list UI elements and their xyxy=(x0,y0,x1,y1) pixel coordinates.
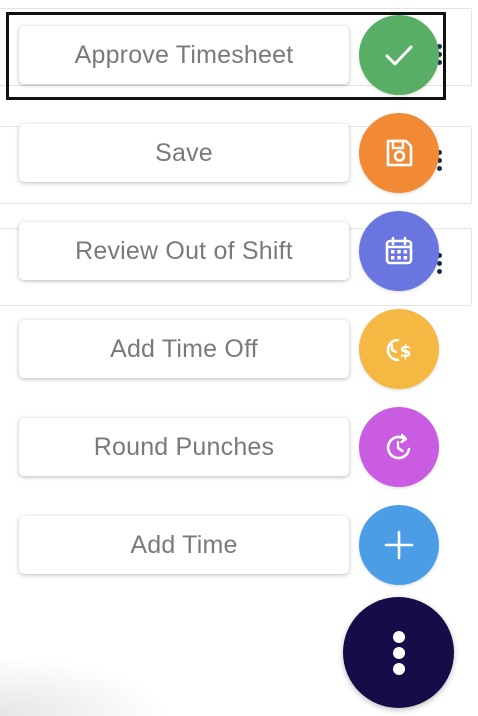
clock-refresh-icon xyxy=(386,433,411,460)
review-out-of-shift-label[interactable]: Review Out of Shift xyxy=(19,222,349,280)
approve-timesheet-label[interactable]: Approve Timesheet xyxy=(19,26,349,84)
add-time-button[interactable] xyxy=(359,505,439,585)
add-time-off-label[interactable]: Add Time Off xyxy=(19,320,349,378)
add-time-label[interactable]: Add Time xyxy=(19,516,349,574)
save-button[interactable] xyxy=(359,113,439,193)
round-punches-button[interactable] xyxy=(359,407,439,487)
speed-dial-screen: Approve Timesheet Save Review Out of Shi… xyxy=(0,0,478,716)
svg-text:$: $ xyxy=(400,342,412,362)
check-icon xyxy=(385,45,413,66)
plus-icon xyxy=(384,530,414,560)
approve-timesheet-button[interactable] xyxy=(359,15,439,95)
bottom-shadow xyxy=(0,656,170,716)
round-punches-label[interactable]: Round Punches xyxy=(19,418,349,476)
speed-dial-toggle-button[interactable] xyxy=(343,597,454,708)
clock-dollar-icon: $ xyxy=(386,338,412,362)
review-out-of-shift-button[interactable] xyxy=(359,211,439,291)
calendar-icon xyxy=(385,236,413,265)
save-icon xyxy=(386,139,413,167)
kebab-menu-icon xyxy=(392,627,405,679)
save-label[interactable]: Save xyxy=(19,124,349,182)
add-time-off-button[interactable]: $ xyxy=(359,309,439,389)
